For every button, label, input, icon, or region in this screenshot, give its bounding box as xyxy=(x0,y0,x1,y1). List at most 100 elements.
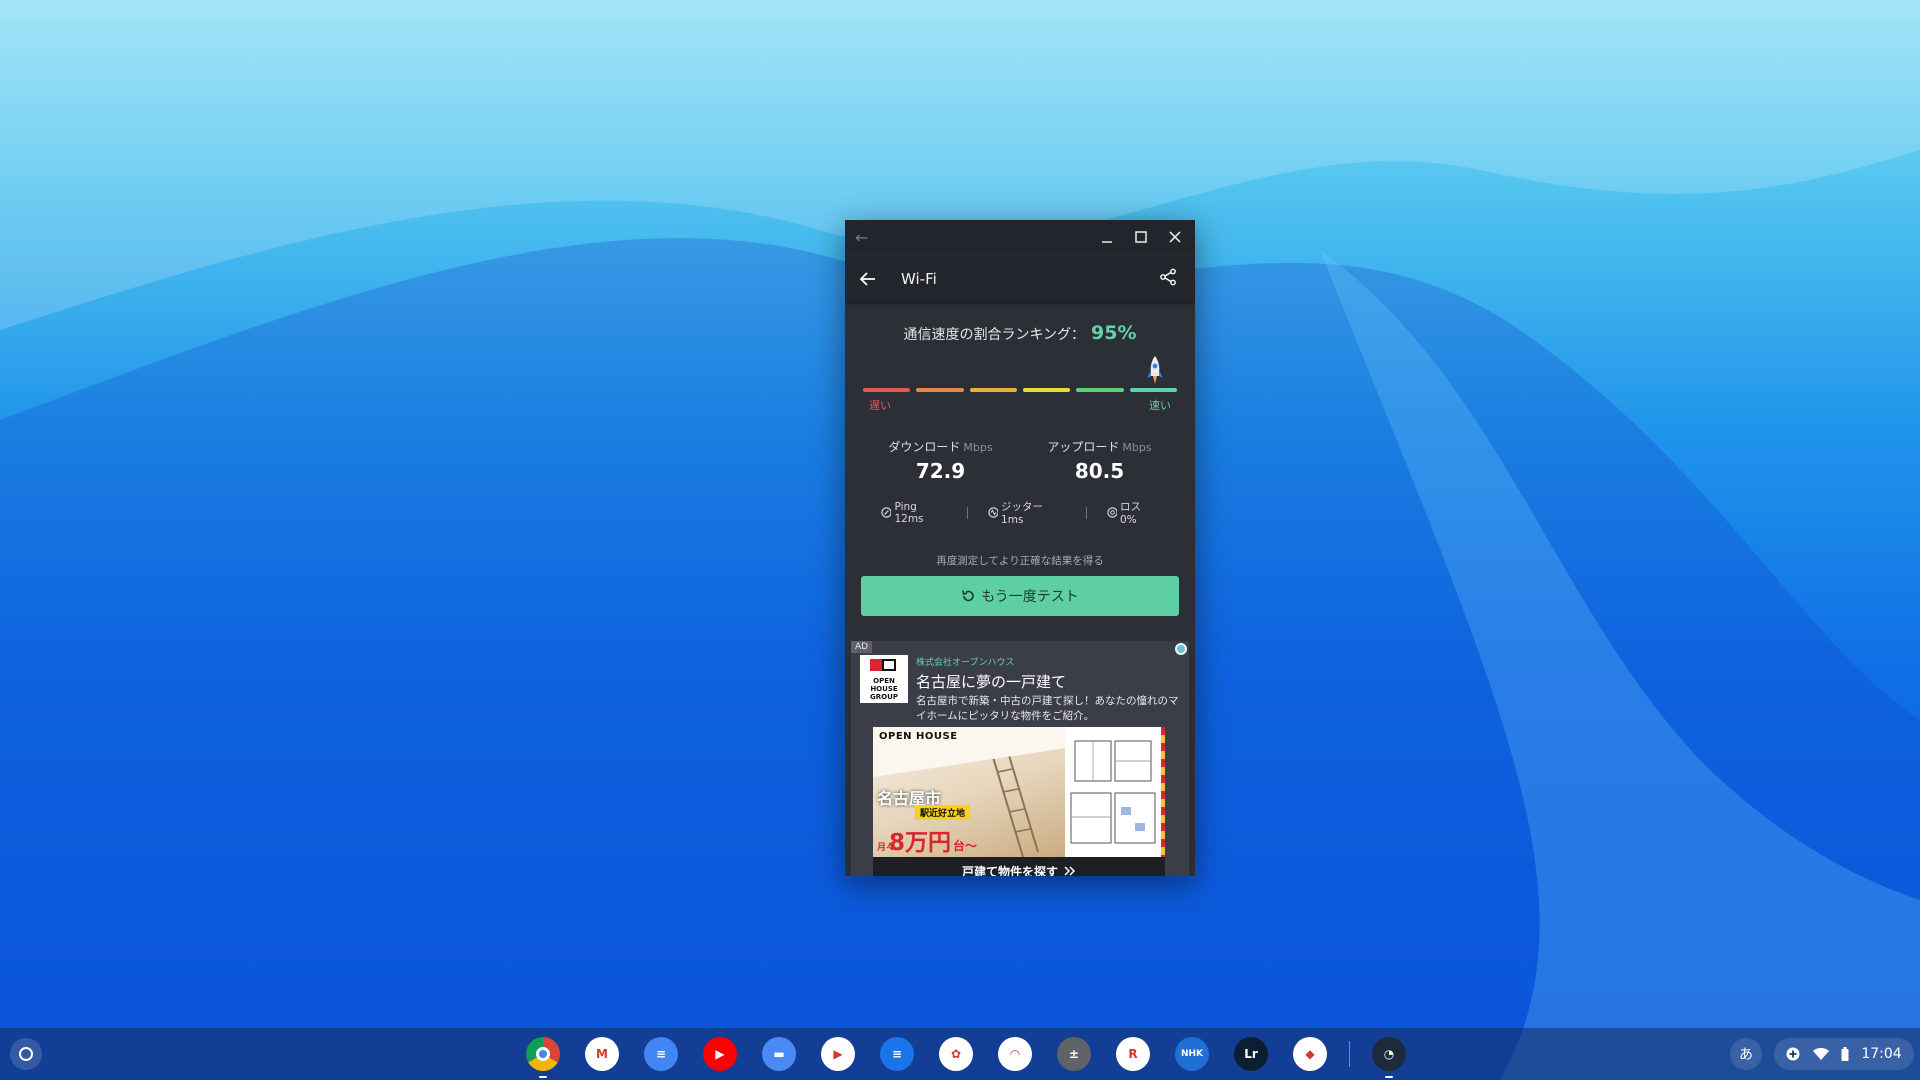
speed-results: ダウンロード Mbps 72.9 アップロード Mbps 80.5 xyxy=(861,436,1179,483)
speed-scale xyxy=(863,388,1177,392)
play-store-app-button[interactable]: ▶ xyxy=(818,1036,858,1072)
launcher-icon xyxy=(19,1047,33,1061)
double-chevron-right-icon xyxy=(1064,866,1076,876)
scale-segment xyxy=(969,388,1017,392)
window-back-icon[interactable]: ← xyxy=(855,228,868,247)
upload-value: 80.5 xyxy=(1074,459,1125,483)
snapseed-app-icon: ◆ xyxy=(1293,1037,1327,1071)
running-indicator xyxy=(539,1076,547,1078)
retest-button-label: もう一度テスト xyxy=(981,589,1079,605)
ping-icon xyxy=(881,507,892,518)
speedtest-app-button[interactable]: ◔ xyxy=(1369,1036,1409,1078)
status-tray[interactable]: 17:04 xyxy=(1774,1038,1914,1070)
jitter-value: ジッター 1ms xyxy=(1001,501,1044,526)
files-app-button[interactable]: ▬ xyxy=(759,1036,799,1072)
youtube-app-icon: ▶ xyxy=(703,1037,737,1071)
retest-button[interactable]: もう一度テスト xyxy=(861,576,1179,616)
lightroom-app-icon: Lr xyxy=(1234,1037,1268,1071)
docs-app-icon: ≡ xyxy=(644,1037,678,1071)
ad-text: 株式会社オープンハウス 名古屋に夢の一戸建て 名古屋市で新築・中古の戸建て探し！… xyxy=(916,655,1181,724)
clock: 17:04 xyxy=(1861,1046,1902,1062)
download-result: ダウンロード Mbps 72.9 xyxy=(861,436,1020,483)
battery-icon xyxy=(1841,1047,1849,1061)
ad-description: 名古屋市で新築・中古の戸建て探し！あなたの憧れのマイホームにピッタリな物件をご紹… xyxy=(916,695,1179,722)
ime-indicator[interactable]: あ xyxy=(1730,1038,1762,1070)
ad-info-icon[interactable] xyxy=(1175,643,1187,655)
floor-plan xyxy=(1065,727,1165,857)
upload-result: アップロード Mbps 80.5 xyxy=(1020,436,1179,483)
speedtest-window: ← Wi-Fi 通信速度の割合ランキング： 95% 遅い 速い ダウンロード M… xyxy=(845,220,1195,876)
ad-cta-label: 戸建て物件を探す xyxy=(961,864,1058,877)
loss-stat: ロス 0% xyxy=(1087,499,1179,526)
ranking-label: 通信速度の割合ランキング： xyxy=(903,327,1086,343)
page-title: Wi-Fi xyxy=(901,269,937,288)
scale-segment xyxy=(1129,388,1177,392)
price-amount: 8万円 xyxy=(889,830,952,856)
ranking-percent: 95% xyxy=(1091,322,1137,344)
wifi-map-app-button[interactable]: ✿ xyxy=(936,1036,976,1072)
retest-hint: 再度測定してより正確な結果を得る xyxy=(936,555,1104,567)
open-house-logo: OPEN HOUSE GROUP xyxy=(860,655,908,703)
wifi-app-icon: ◠ xyxy=(998,1037,1032,1071)
ping-stat: Ping 12ms xyxy=(861,501,967,525)
ad-company: 株式会社オープンハウス xyxy=(916,658,1015,668)
gmail-app-button[interactable]: M xyxy=(582,1036,622,1072)
price-prefix: 月々 xyxy=(877,843,896,853)
loss-value: ロス 0% xyxy=(1119,501,1141,526)
back-button[interactable] xyxy=(859,268,881,290)
refresh-icon xyxy=(962,590,974,602)
scale-segment xyxy=(1022,388,1071,392)
minimize-button[interactable] xyxy=(1097,227,1117,247)
wifi-icon xyxy=(1812,1047,1829,1060)
arrow-left-icon xyxy=(859,271,875,286)
snapseed-app-button[interactable]: ◆ xyxy=(1290,1036,1330,1072)
nhk-news-app-icon: NHK xyxy=(1175,1037,1209,1071)
gmail-app-icon: M xyxy=(585,1037,619,1071)
share-button[interactable] xyxy=(1159,268,1181,290)
scale-segment xyxy=(863,388,911,392)
result-content: 通信速度の割合ランキング： 95% 遅い 速い ダウンロード Mbps 72.9… xyxy=(845,322,1195,616)
jitter-stat: ジッター 1ms xyxy=(968,499,1086,526)
loss-icon xyxy=(1106,507,1117,518)
launcher-button[interactable] xyxy=(10,1038,42,1070)
ad-banner-image[interactable]: OPEN HOUSE 名古屋市 駅近好立地 月々 8万円 台〜 xyxy=(873,727,1165,857)
close-button[interactable] xyxy=(1165,227,1185,247)
maximize-button[interactable] xyxy=(1131,227,1151,247)
connection-stats: Ping 12ms ジッター 1ms ロス 0% xyxy=(861,499,1179,526)
add-circle-icon xyxy=(1786,1047,1800,1061)
calculator-app-button[interactable]: ± xyxy=(1054,1036,1094,1072)
nhk-news-app-button[interactable]: NHK xyxy=(1172,1036,1212,1072)
fast-label: 速い xyxy=(1149,399,1171,412)
slow-label: 遅い xyxy=(869,399,891,412)
rakuten-app-button[interactable]: R xyxy=(1113,1036,1153,1072)
download-label: ダウンロード xyxy=(888,440,961,454)
wifi-app-button[interactable]: ◠ xyxy=(995,1036,1035,1072)
ad-card[interactable]: AD OPEN HOUSE GROUP 株式会社オープンハウス 名古屋に夢の一戸… xyxy=(851,641,1189,876)
ranking-row: 通信速度の割合ランキング： 95% xyxy=(861,322,1179,344)
price-suffix: 台〜 xyxy=(953,839,978,853)
youtube-app-button[interactable]: ▶ xyxy=(700,1036,740,1072)
app-bar: Wi-Fi xyxy=(845,254,1195,302)
banner-stripe xyxy=(1161,727,1165,857)
spacer xyxy=(845,616,1195,641)
download-value: 72.9 xyxy=(915,459,966,483)
system-shelf: M ≡ ▶ ▬ ▶ ≡ ✿ ◠ ± R NHK Lr ◆ ◔ あ 17:04 xyxy=(0,1028,1920,1080)
maximize-icon xyxy=(1135,231,1147,243)
ad-title[interactable]: 名古屋に夢の一戸建て xyxy=(916,671,1181,692)
floor-plan-drawing xyxy=(1070,740,1156,844)
logo-text: OPEN HOUSE GROUP xyxy=(870,677,898,701)
pinned-apps: M ≡ ▶ ▬ ▶ ≡ ✿ ◠ ± R NHK Lr ◆ ◔ xyxy=(523,1036,1409,1078)
upload-label: アップロード xyxy=(1047,440,1120,454)
scale-segment xyxy=(916,388,964,392)
share-icon xyxy=(1160,268,1176,285)
ad-cta-button[interactable]: 戸建て物件を探す xyxy=(873,857,1165,876)
messages-app-button[interactable]: ≡ xyxy=(877,1036,917,1072)
calculator-app-icon: ± xyxy=(1057,1037,1091,1071)
lightroom-app-button[interactable]: Lr xyxy=(1231,1036,1271,1072)
window-titlebar: ← xyxy=(845,220,1195,254)
wifi-map-app-icon: ✿ xyxy=(939,1037,973,1071)
chrome-app-button[interactable] xyxy=(523,1036,563,1078)
rocket-icon xyxy=(1147,356,1163,384)
docs-app-button[interactable]: ≡ xyxy=(641,1036,681,1072)
ad-header: OPEN HOUSE GROUP 株式会社オープンハウス 名古屋に夢の一戸建て … xyxy=(851,641,1189,724)
